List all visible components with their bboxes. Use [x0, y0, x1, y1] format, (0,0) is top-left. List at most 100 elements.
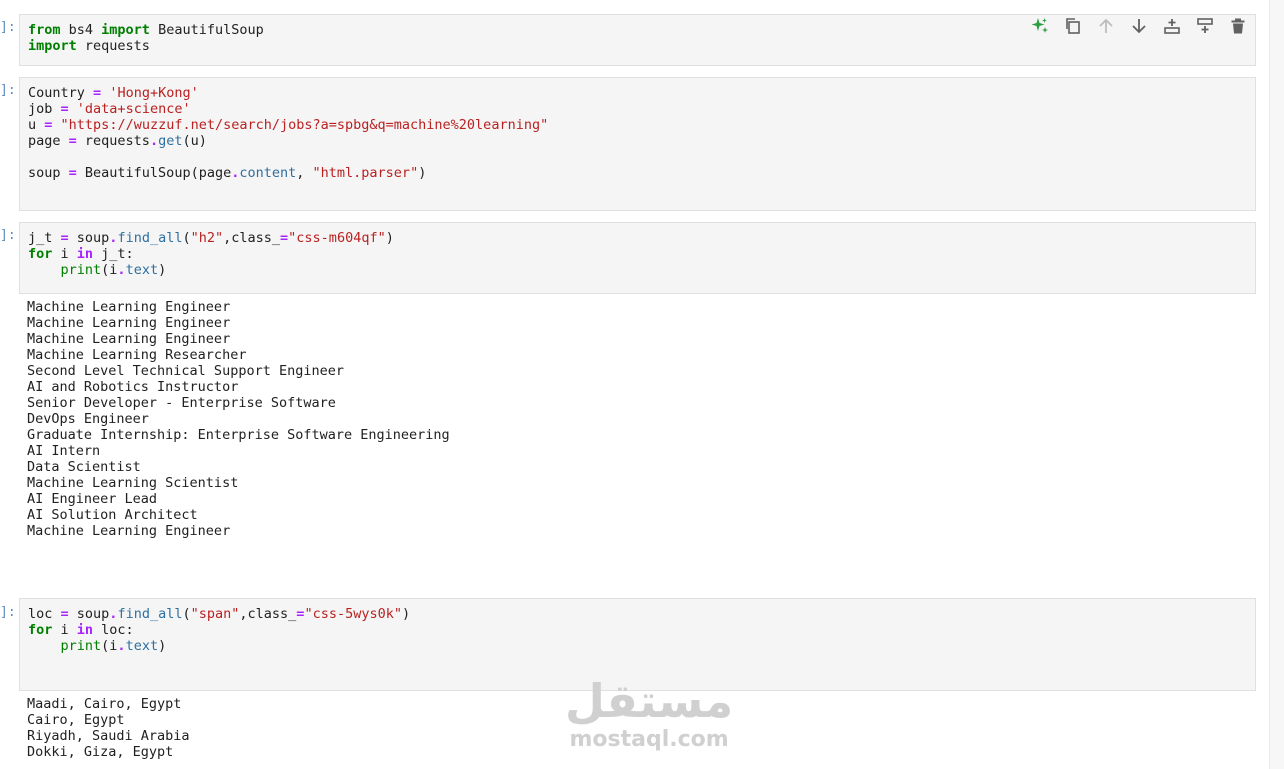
code-token: (: [182, 230, 191, 246]
output-line: AI Intern: [27, 443, 101, 459]
code-token: for: [28, 246, 53, 262]
code-token: =: [93, 85, 102, 101]
output-line: Machine Learning Scientist: [27, 475, 239, 491]
output-line: Maadi, Cairo, Egypt: [27, 696, 182, 712]
delete-icon[interactable]: [1228, 16, 1248, 36]
output-line: Senior Developer - Enterprise Software: [27, 395, 336, 411]
code-token: get: [158, 133, 183, 149]
code-token: loc: [28, 606, 61, 622]
code-line: u = "https://wuzzuf.net/search/jobs?a=sp…: [28, 117, 548, 133]
code-token: (i: [101, 638, 118, 654]
code-line: j_t = soup.find_all("h2",class_="css-m60…: [28, 230, 394, 246]
output-line: Riyadh, Saudi Arabia: [27, 728, 190, 744]
move-up-icon[interactable]: [1096, 16, 1116, 36]
code-token: ): [418, 165, 427, 181]
code-token: content: [239, 165, 297, 181]
insert-above-icon[interactable]: [1162, 16, 1182, 36]
code-token: =: [68, 165, 77, 181]
duplicate-icon[interactable]: [1063, 16, 1083, 36]
code-token: soup: [68, 606, 110, 622]
code-token: "span": [190, 606, 240, 622]
code-token: i: [52, 622, 77, 638]
code-token: 'data+science': [76, 101, 191, 117]
code-line: for i in loc:: [28, 622, 134, 638]
code-token: (: [182, 606, 191, 622]
code-token: j_t: [28, 230, 61, 246]
code-cell-3-source[interactable]: j_t = soup.find_all("h2",class_="css-m60…: [20, 223, 1255, 278]
vertical-scrollbar[interactable]: [1269, 0, 1284, 769]
code-token: ,: [296, 165, 313, 181]
code-token: (i: [101, 262, 118, 278]
code-token: BeautifulSoup: [149, 22, 264, 38]
code-token: ,class_: [223, 230, 281, 246]
code-token: text: [125, 638, 159, 654]
code-line: page = requests.get(u): [28, 133, 207, 149]
code-token: requests: [76, 38, 150, 54]
output-line: Machine Learning Engineer: [27, 299, 231, 315]
output-line: Machine Learning Researcher: [27, 347, 247, 363]
code-token: bs4: [60, 22, 102, 38]
code-line: Country = 'Hong+Kong': [28, 85, 199, 101]
code-cell-2-source[interactable]: Country = 'Hong+Kong' job = 'data+scienc…: [20, 78, 1255, 181]
cell-3-prompt: ]:: [0, 228, 16, 243]
code-token: ): [158, 262, 167, 278]
code-token: ): [158, 638, 167, 654]
code-cell-4-source[interactable]: loc = soup.find_all("span",class_="css-5…: [20, 599, 1255, 654]
output-line: Graduate Internship: Enterprise Software…: [27, 427, 450, 443]
code-line: import requests: [28, 38, 150, 54]
code-token: =: [60, 606, 69, 622]
code-token: ,class_: [239, 606, 297, 622]
code-token: job: [28, 101, 61, 117]
code-cell-2[interactable]: Country = 'Hong+Kong' job = 'data+scienc…: [19, 77, 1256, 211]
cell-3-output: Machine Learning Engineer Machine Learni…: [27, 299, 450, 539]
code-token: ): [385, 230, 394, 246]
output-line: Data Scientist: [27, 459, 141, 475]
code-token: =: [280, 230, 289, 246]
code-token: for: [28, 622, 53, 638]
insert-below-icon[interactable]: [1195, 16, 1215, 36]
output-line: Machine Learning Engineer: [27, 331, 231, 347]
code-token: "css-5wys0k": [304, 606, 402, 622]
code-token: loc:: [93, 622, 134, 638]
move-down-icon[interactable]: [1129, 16, 1149, 36]
code-token: .: [117, 638, 126, 654]
output-line: AI Solution Architect: [27, 507, 198, 523]
code-token: =: [60, 230, 69, 246]
code-token: BeautifulSoup(page: [76, 165, 232, 181]
code-token: import: [28, 38, 77, 54]
code-token: soup: [68, 230, 110, 246]
code-token: find_all: [117, 230, 183, 246]
output-line: AI Engineer Lead: [27, 491, 158, 507]
code-line: loc = soup.find_all("span",class_="css-5…: [28, 606, 410, 622]
cell-toolbar: [1030, 16, 1248, 36]
cell-1-prompt: ]:: [0, 20, 16, 35]
output-line: Cairo, Egypt: [27, 712, 125, 728]
code-line: job = 'data+science': [28, 101, 191, 117]
output-line: Machine Learning Engineer: [27, 523, 231, 539]
cell-4-output: Maadi, Cairo, Egypt Cairo, Egypt Riyadh,…: [27, 696, 190, 760]
code-token: import: [101, 22, 150, 38]
cell-4-prompt: ]:: [0, 605, 16, 620]
code-line: print(i.text): [28, 638, 167, 654]
code-token: =: [60, 101, 69, 117]
code-line: print(i.text): [28, 262, 167, 278]
code-token: j_t:: [93, 246, 134, 262]
code-cell-3[interactable]: j_t = soup.find_all("h2",class_="css-m60…: [19, 222, 1256, 294]
code-token: in: [76, 622, 94, 638]
code-token: ): [401, 606, 411, 622]
output-line: DevOps Engineer: [27, 411, 149, 427]
code-token: .: [149, 133, 159, 149]
code-token: "css-m604qf": [288, 230, 386, 246]
code-token: Country: [28, 85, 94, 101]
code-token: print: [60, 262, 102, 278]
code-token: page: [28, 133, 69, 149]
output-line: Machine Learning Engineer: [27, 315, 231, 331]
sparkle-icon[interactable]: [1030, 16, 1050, 36]
output-line: Second Level Technical Support Engineer: [27, 363, 344, 379]
code-token: in: [76, 246, 94, 262]
code-cell-4[interactable]: loc = soup.find_all("span",class_="css-5…: [19, 598, 1256, 691]
code-token: (u): [182, 133, 207, 149]
